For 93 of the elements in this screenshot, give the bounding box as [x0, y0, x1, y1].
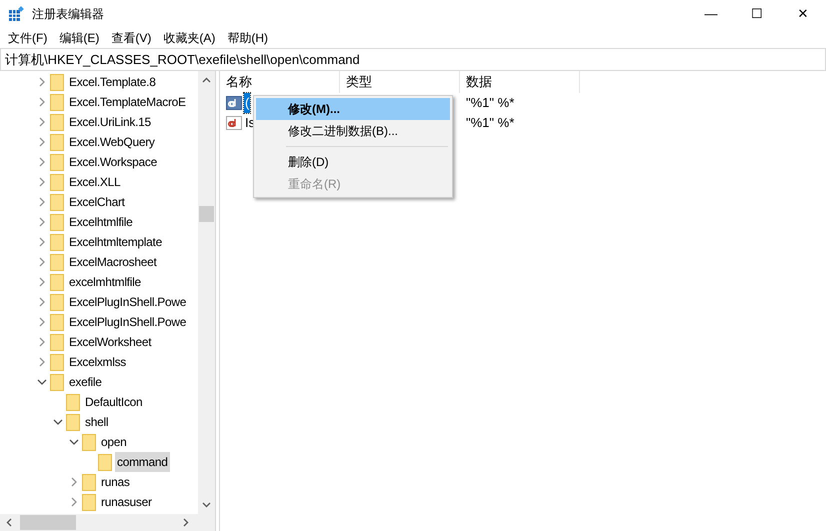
value-data: "%1" %* — [465, 114, 514, 132]
value-data: "%1" %* — [465, 94, 514, 112]
tree-item[interactable]: Excel.Template.8 — [67, 72, 158, 92]
chevron-down-icon[interactable] — [37, 377, 47, 387]
folder-icon — [82, 494, 96, 510]
chevron-right-icon[interactable] — [69, 477, 79, 487]
chevron-right-icon[interactable] — [37, 117, 47, 127]
chevron-right-icon[interactable] — [37, 97, 47, 107]
address-bar[interactable]: 计算机\HKEY_CLASSES_ROOT\exefile\shell\open\command — [0, 48, 826, 71]
horizontal-scrollbar[interactable] — [0, 514, 215, 531]
column-header[interactable]: 数据 — [460, 71, 580, 93]
chevron-right-icon[interactable] — [37, 157, 47, 167]
context-menu-item[interactable]: 修改(M)... — [256, 98, 450, 120]
tree-item[interactable]: ExcelPlugInShell.Powe — [67, 292, 188, 312]
column-header[interactable]: 类型 — [340, 71, 460, 93]
string-value-icon — [226, 115, 242, 131]
menu-item[interactable]: 编辑(E) — [55, 29, 104, 47]
context-menu-item[interactable]: 修改二进制数据(B)... — [256, 120, 450, 142]
tree-item[interactable]: DefaultIcon — [83, 392, 144, 412]
folder-icon — [50, 74, 64, 90]
chevron-right-icon[interactable] — [37, 137, 47, 147]
value-name[interactable]: ( — [244, 93, 250, 113]
folder-icon — [50, 294, 64, 310]
folder-icon — [50, 314, 64, 330]
scroll-up-icon[interactable] — [202, 77, 211, 83]
tree-item[interactable]: ExcelPlugInShell.Powe — [67, 312, 188, 332]
tree-item[interactable]: shell — [83, 412, 110, 432]
menu-item[interactable]: 查看(V) — [107, 29, 156, 47]
folder-icon — [50, 354, 64, 370]
tree-item[interactable]: Excel.WebQuery — [67, 132, 157, 152]
chevron-right-icon[interactable] — [37, 277, 47, 287]
folder-icon — [50, 274, 64, 290]
tree-item[interactable]: ExcelMacrosheet — [67, 252, 159, 272]
chevron-right-icon[interactable] — [69, 497, 79, 507]
tree-item[interactable]: Excel.UriLink.15 — [67, 112, 153, 132]
tree-item[interactable]: Excel.Workspace — [67, 152, 159, 172]
chevron-right-icon[interactable] — [37, 77, 47, 87]
chevron-right-icon[interactable] — [37, 257, 47, 267]
scrollbar-thumb[interactable] — [20, 515, 76, 530]
folder-icon — [50, 374, 64, 390]
tree-item[interactable]: Excel.XLL — [67, 172, 122, 192]
vertical-scrollbar[interactable] — [198, 71, 215, 514]
folder-icon — [50, 334, 64, 350]
close-button[interactable]: ✕ — [780, 0, 826, 28]
tree-item[interactable]: Excelhtmltemplate — [67, 232, 164, 252]
scrollbar-thumb[interactable] — [199, 206, 214, 222]
tree-item[interactable]: exefile — [67, 372, 104, 392]
tree-item[interactable]: Excelhtmlfile — [67, 212, 134, 232]
folder-icon — [50, 154, 64, 170]
tree-item[interactable]: open — [99, 432, 128, 452]
chevron-right-icon[interactable] — [37, 337, 47, 347]
app-icon — [8, 6, 24, 22]
tree-item[interactable]: ExcelWorksheet — [67, 332, 154, 352]
folder-icon — [50, 174, 64, 190]
scroll-right-icon[interactable] — [183, 518, 189, 527]
menu-item[interactable]: 帮助(H) — [223, 29, 272, 47]
menu-item[interactable]: 收藏夹(A) — [159, 29, 220, 47]
tree-item[interactable]: ExcelChart — [67, 192, 127, 212]
chevron-right-icon[interactable] — [37, 217, 47, 227]
chevron-right-icon[interactable] — [37, 237, 47, 247]
chevron-right-icon[interactable] — [37, 357, 47, 367]
chevron-down-icon[interactable] — [69, 437, 79, 447]
minimize-button[interactable]: — — [688, 0, 734, 28]
folder-icon — [66, 394, 80, 410]
folder-icon — [66, 414, 80, 430]
folder-icon — [50, 134, 64, 150]
folder-icon — [50, 194, 64, 210]
folder-icon — [50, 234, 64, 250]
menu-item[interactable]: 文件(F) — [4, 29, 52, 47]
folder-icon — [82, 474, 96, 490]
tree-item[interactable]: command — [115, 452, 170, 472]
tree-item[interactable]: Excelxmlss — [67, 352, 128, 372]
scroll-down-icon[interactable] — [202, 502, 211, 508]
folder-icon — [50, 214, 64, 230]
folder-icon — [50, 254, 64, 270]
folder-icon — [98, 454, 112, 470]
string-value-icon — [226, 95, 242, 111]
maximize-button[interactable]: ☐ — [734, 0, 780, 28]
folder-icon — [50, 114, 64, 130]
tree-item[interactable]: runasuser — [99, 492, 154, 512]
chevron-right-icon[interactable] — [37, 297, 47, 307]
tree-item[interactable]: Excel.TemplateMacroE — [67, 92, 188, 112]
folder-icon — [82, 434, 96, 450]
context-menu-item[interactable]: 删除(D) — [256, 151, 450, 173]
folder-icon — [50, 94, 64, 110]
scroll-left-icon[interactable] — [6, 518, 12, 527]
tree-item[interactable]: excelmhtmlfile — [67, 272, 143, 292]
chevron-down-icon[interactable] — [53, 417, 63, 427]
chevron-right-icon[interactable] — [37, 177, 47, 187]
chevron-right-icon[interactable] — [37, 197, 47, 207]
chevron-right-icon[interactable] — [37, 317, 47, 327]
tree-item[interactable]: runas — [99, 472, 132, 492]
window-title: 注册表编辑器 — [32, 6, 104, 23]
